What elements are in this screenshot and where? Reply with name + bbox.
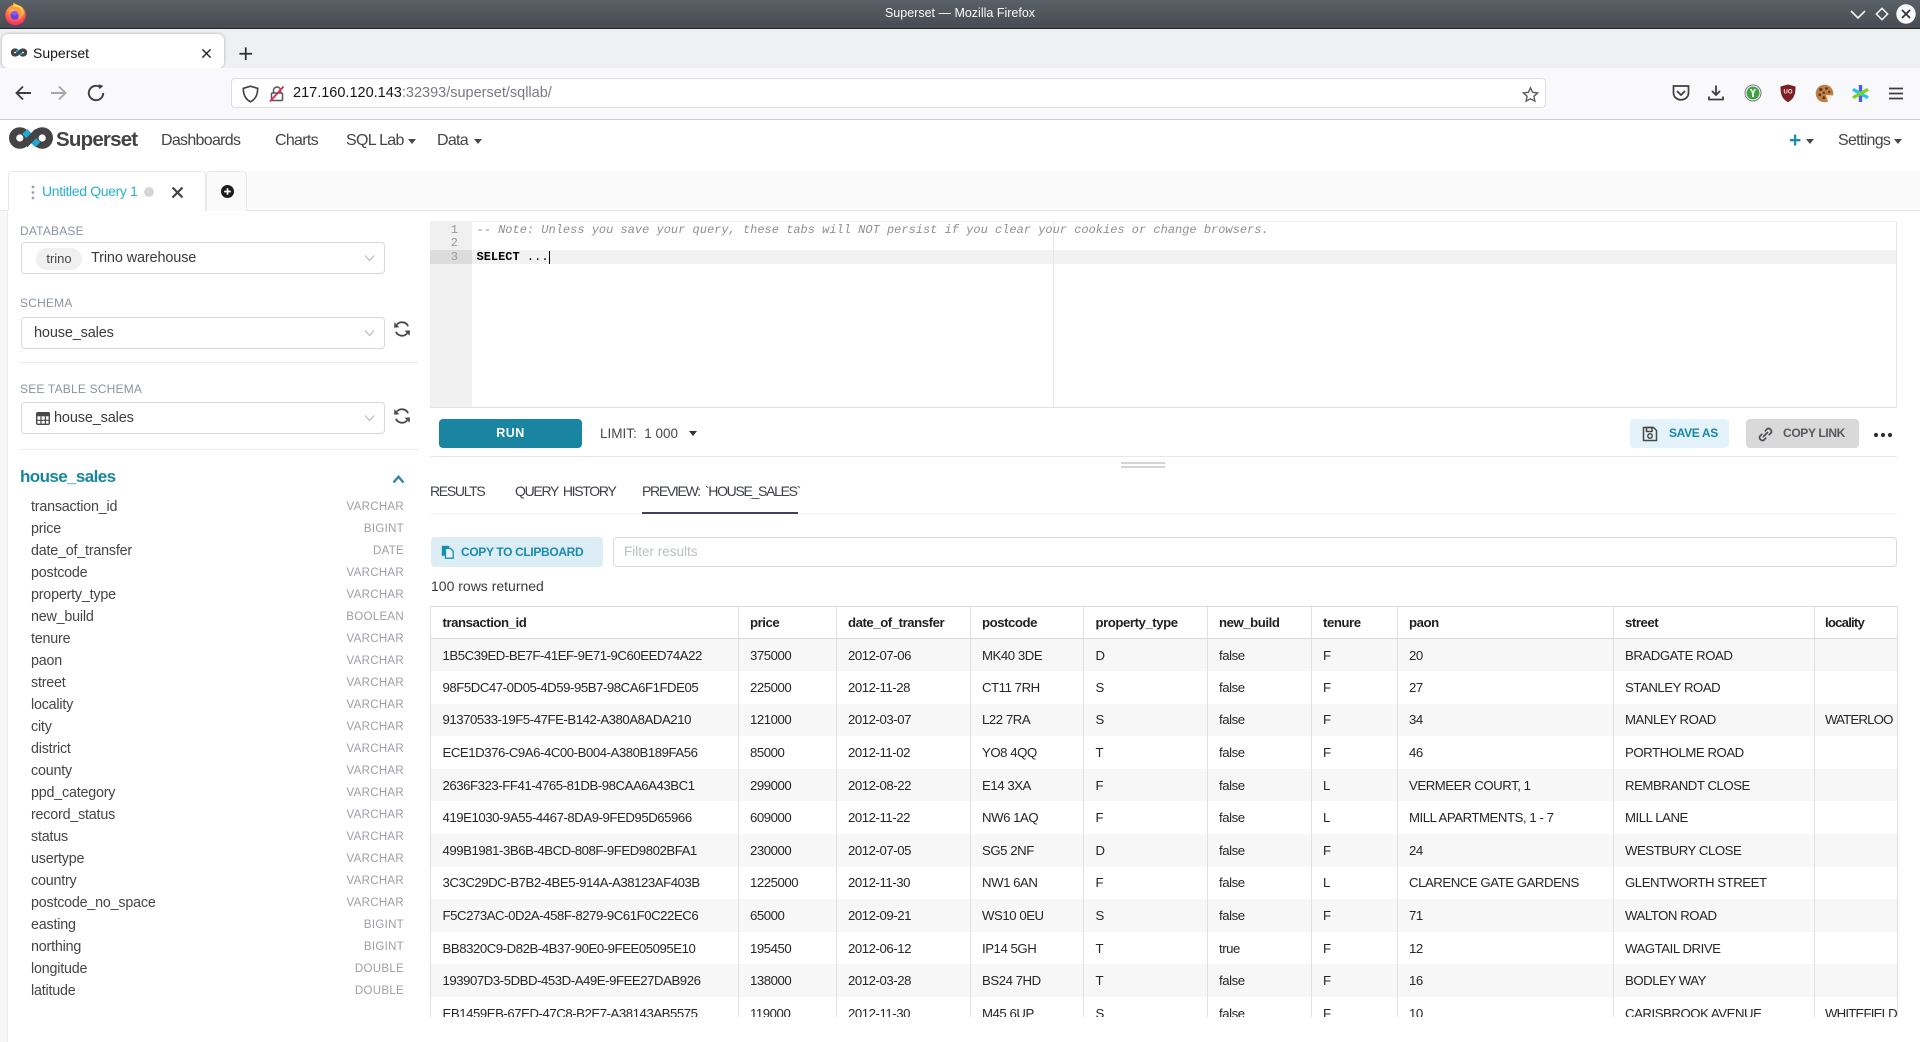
svg-text:UO: UO	[1784, 89, 1793, 95]
